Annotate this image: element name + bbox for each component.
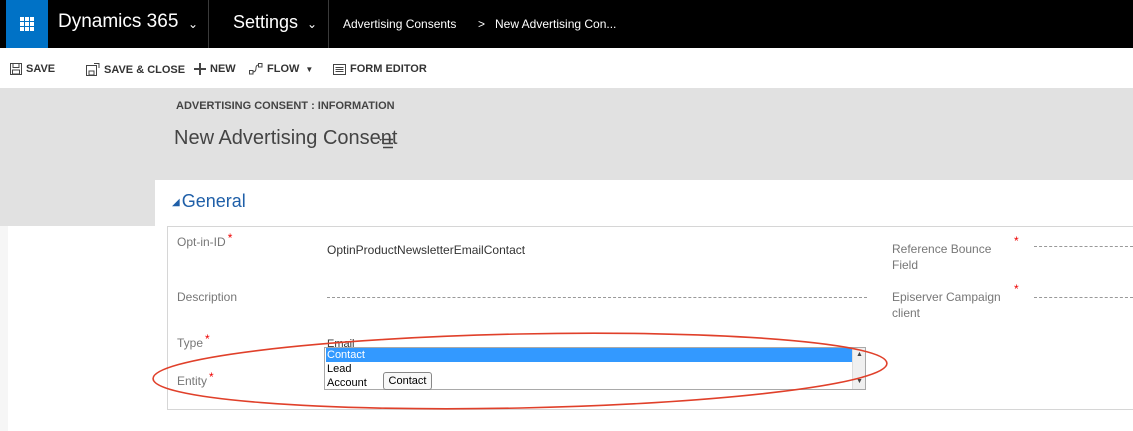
required-indicator: * <box>1014 234 1019 248</box>
entity-form-label: ADVERTISING CONSENT : INFORMATION <box>176 100 395 112</box>
entity-option-lead[interactable]: Lead <box>327 362 351 376</box>
episerver-label-line2: client <box>892 306 921 320</box>
save-and-close-label: SAVE & CLOSE <box>104 63 186 76</box>
episerver-campaign-client-label: Episerver Campaign client <box>892 289 1001 321</box>
scroll-down-arrow-icon[interactable]: ▼ <box>856 378 863 385</box>
form-editor-label: FORM EDITOR <box>350 63 427 75</box>
save-button[interactable]: SAVE <box>10 63 55 75</box>
required-indicator: * <box>209 370 214 384</box>
entity-label: Entity * <box>177 370 214 388</box>
reference-bounce-label-line2: Field <box>892 258 919 272</box>
optin-id-label-text: Opt-in-ID <box>177 235 226 249</box>
floppy-icon <box>10 63 22 75</box>
reference-bounce-label-line1: Reference Bounce <box>892 242 992 256</box>
required-indicator: * <box>1014 282 1019 296</box>
breadcrumb-current-record[interactable]: New Advertising Con... <box>495 17 616 31</box>
top-navigation-bar: Dynamics 365 ⌄ Settings ⌄ Advertising Co… <box>0 0 1133 48</box>
reference-bounce-field-input[interactable] <box>1034 246 1133 247</box>
breadcrumb-separator: > <box>478 17 486 31</box>
save-label: SAVE <box>26 63 56 75</box>
flow-button[interactable]: FLOW ▼ <box>249 63 313 75</box>
description-field[interactable] <box>327 297 867 298</box>
area-menu[interactable]: Settings <box>233 12 298 33</box>
option-tooltip: Contact <box>383 372 432 390</box>
required-indicator: * <box>205 332 210 346</box>
type-label-text: Type <box>177 336 204 350</box>
episerver-campaign-client-input[interactable] <box>1034 297 1133 298</box>
type-label: Type * <box>177 332 210 350</box>
form-selector-menu-icon[interactable] <box>379 138 393 149</box>
save-close-icon <box>86 63 100 76</box>
collapse-triangle-icon: ◢ <box>172 196 180 208</box>
entity-label-text: Entity <box>177 374 208 388</box>
section-header-general[interactable]: ◢ General <box>172 191 246 212</box>
entity-option-contact[interactable]: Contact <box>326 348 853 362</box>
form-editor-icon <box>333 63 346 75</box>
reference-bounce-field-label: Reference Bounce Field <box>892 241 991 273</box>
scroll-up-arrow-icon[interactable]: ▲ <box>856 351 863 358</box>
flow-icon <box>249 63 263 75</box>
new-label: NEW <box>210 63 236 75</box>
app-launcher-button[interactable] <box>6 0 48 48</box>
command-bar: SAVE SAVE & CLOSE NEW FLOW ▼ FORM EDITOR <box>0 55 1133 85</box>
app-chevron-down-icon[interactable]: ⌄ <box>188 17 198 31</box>
optin-id-label: Opt-in-ID * <box>177 231 232 249</box>
waffle-icon <box>20 17 34 31</box>
flow-chevron-down-icon: ▼ <box>305 64 314 74</box>
section-title: General <box>181 191 246 211</box>
plus-icon <box>194 63 206 75</box>
entity-option-account[interactable]: Account <box>327 376 367 390</box>
description-label: Description <box>177 290 238 304</box>
nav-divider <box>328 0 329 48</box>
required-indicator: * <box>227 231 233 245</box>
optin-id-field[interactable]: OptinProductNewsletterEmailContact <box>327 243 525 257</box>
dropdown-scrollbar[interactable]: ▲ ▼ <box>852 348 865 389</box>
app-name[interactable]: Dynamics 365 <box>58 11 178 33</box>
form-editor-button[interactable]: FORM EDITOR <box>333 63 427 75</box>
new-button[interactable]: NEW <box>194 63 236 75</box>
save-and-close-button[interactable]: SAVE & CLOSE <box>86 63 185 76</box>
breadcrumb-advertising-consents[interactable]: Advertising Consents <box>343 17 456 31</box>
episerver-label-line1: Episerver Campaign <box>892 290 1001 304</box>
area-chevron-down-icon[interactable]: ⌄ <box>307 17 317 31</box>
page-title: New Advertising Consent <box>174 127 398 149</box>
left-margin-inner <box>8 226 155 431</box>
nav-divider <box>208 0 209 48</box>
flow-label: FLOW <box>267 63 300 75</box>
